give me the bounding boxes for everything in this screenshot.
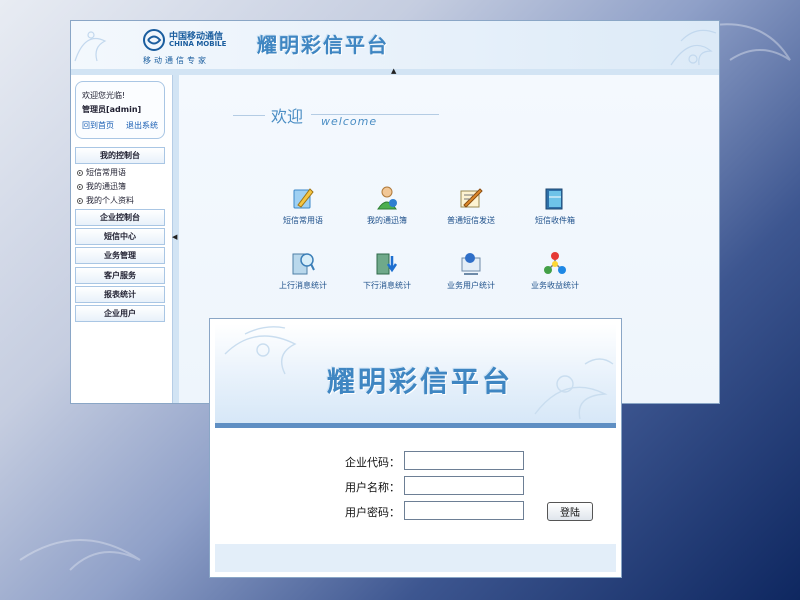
password-input[interactable] bbox=[404, 501, 524, 520]
menu-business-management[interactable]: 业务管理 bbox=[75, 247, 165, 264]
menu-sms-center[interactable]: 短信中心 bbox=[75, 228, 165, 245]
upload-stats-icon bbox=[292, 253, 315, 275]
users-stats-icon bbox=[461, 253, 481, 275]
logout-link[interactable]: 退出系统 bbox=[126, 120, 158, 131]
submenu-label: 我的通迅簿 bbox=[86, 182, 126, 191]
tile-label: 业务收益统计 bbox=[531, 281, 579, 290]
login-footer bbox=[215, 544, 616, 572]
home-link[interactable]: 回到首页 bbox=[82, 120, 114, 131]
main-header: 中国移动通信 CHINA MOBILE 移动通信专家 耀明彩信平台 bbox=[71, 21, 719, 73]
submenu-label: 短信常用语 bbox=[86, 168, 126, 177]
tile-revenue-stats[interactable]: 业务收益统计 bbox=[515, 250, 595, 300]
tile-sms-phrases[interactable]: 短信常用语 bbox=[263, 185, 343, 235]
revenue-stats-icon bbox=[544, 252, 566, 274]
company-code-input[interactable] bbox=[404, 451, 524, 470]
current-user: 管理员[admin] bbox=[82, 105, 142, 114]
tile-label: 我的通迅簿 bbox=[367, 216, 407, 225]
tile-sms-inbox[interactable]: 短信收件箱 bbox=[515, 185, 595, 235]
welcome-divider bbox=[233, 115, 265, 116]
header-title: 耀明彩信平台 bbox=[257, 33, 389, 57]
bullet-icon bbox=[77, 170, 83, 176]
submenu-my-contacts[interactable]: 我的通迅簿 bbox=[77, 181, 126, 192]
china-mobile-logo-icon bbox=[143, 29, 165, 51]
tile-label: 短信收件箱 bbox=[535, 216, 575, 225]
welcome-message: 欢迎您光临! bbox=[82, 91, 126, 100]
bullet-icon bbox=[77, 184, 83, 190]
pen-icon bbox=[293, 188, 314, 209]
logo-english-text: CHINA MOBILE bbox=[169, 40, 227, 48]
submenu-label: 我的个人资料 bbox=[86, 196, 134, 205]
username-input[interactable] bbox=[404, 476, 524, 495]
collapse-header-arrow-icon[interactable]: ▲ bbox=[391, 67, 396, 75]
tile-downlink-stats[interactable]: 下行消息统计 bbox=[347, 250, 427, 300]
menu-enterprise-console[interactable]: 企业控制台 bbox=[75, 209, 165, 226]
login-banner: 耀明彩信平台 bbox=[215, 324, 616, 425]
collapse-sidebar-arrow-icon[interactable]: ◀ bbox=[172, 233, 177, 241]
welcome-heading: 欢迎 bbox=[271, 107, 304, 126]
tile-label: 业务用户统计 bbox=[447, 281, 495, 290]
menu-enterprise-users[interactable]: 企业用户 bbox=[75, 305, 165, 322]
tile-label: 上行消息统计 bbox=[279, 281, 327, 290]
contacts-icon bbox=[377, 186, 397, 210]
welcome-english-heading: welcome bbox=[321, 115, 378, 128]
menu-customer-service[interactable]: 客户服务 bbox=[75, 267, 165, 284]
bullet-icon bbox=[77, 198, 83, 204]
china-mobile-logo: 中国移动通信 CHINA MOBILE 移动通信专家 bbox=[143, 27, 233, 65]
tile-send-sms[interactable]: 普通短信发送 bbox=[431, 185, 511, 235]
download-stats-icon bbox=[376, 253, 398, 275]
tile-label: 普通短信发送 bbox=[447, 216, 495, 225]
submenu-sms-phrases[interactable]: 短信常用语 bbox=[77, 167, 126, 178]
username-label: 用户名称： bbox=[345, 481, 400, 494]
inbox-icon bbox=[545, 188, 563, 210]
tile-uplink-stats[interactable]: 上行消息统计 bbox=[263, 250, 343, 300]
login-window: 耀明彩信平台 企业代码： 用户名称： 用户密码： 登陆 bbox=[209, 318, 622, 578]
company-code-label: 企业代码： bbox=[345, 456, 400, 469]
password-label: 用户密码： bbox=[345, 506, 400, 519]
user-info-box: 欢迎您光临! 管理员[admin] 回到首页 退出系统 bbox=[75, 81, 165, 139]
menu-my-console[interactable]: 我的控制台 bbox=[75, 147, 165, 164]
tile-label: 下行消息统计 bbox=[363, 281, 411, 290]
login-button[interactable]: 登陆 bbox=[547, 502, 593, 521]
logo-slogan: 移动通信专家 bbox=[143, 56, 209, 65]
login-title: 耀明彩信平台 bbox=[327, 365, 514, 398]
submenu-my-profile[interactable]: 我的个人资料 bbox=[77, 195, 134, 206]
menu-reports[interactable]: 报表统计 bbox=[75, 286, 165, 303]
send-icon bbox=[460, 188, 483, 208]
tile-user-stats[interactable]: 业务用户统计 bbox=[431, 250, 511, 300]
sidebar: 欢迎您光临! 管理员[admin] 回到首页 退出系统 我的控制台 短信常用语 … bbox=[71, 75, 173, 403]
tile-my-contacts[interactable]: 我的通迅簿 bbox=[347, 185, 427, 235]
tile-label: 短信常用语 bbox=[283, 216, 323, 225]
